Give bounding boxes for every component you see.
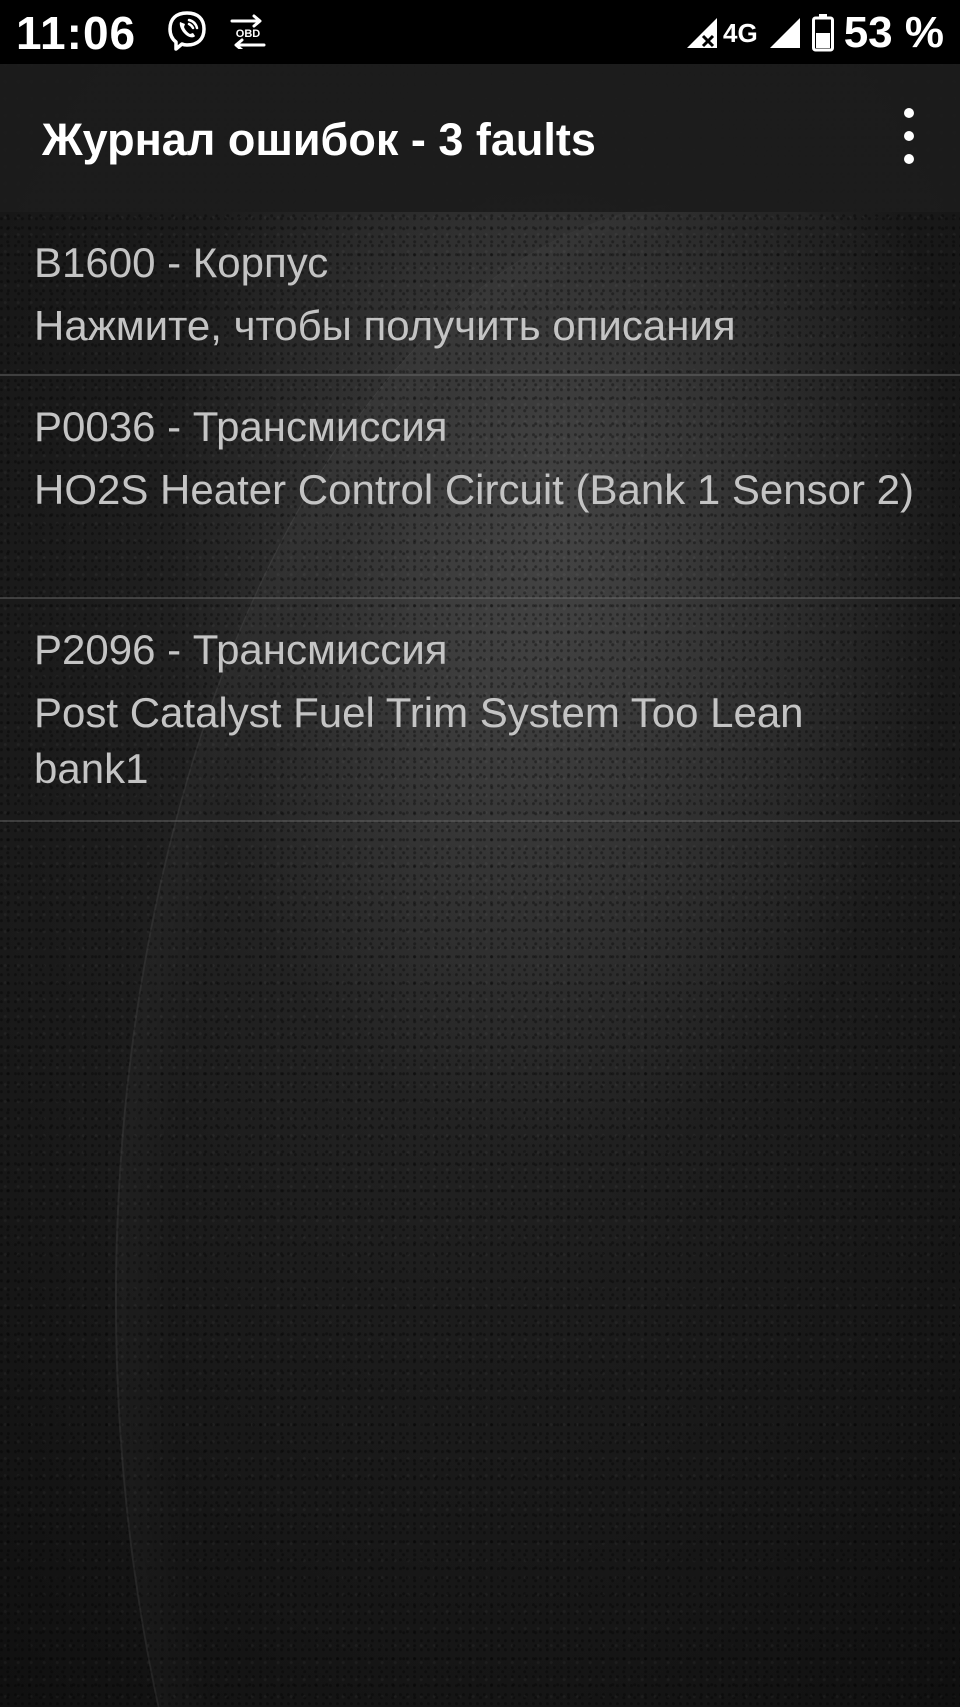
fault-description: Нажмите, чтобы получить описания bbox=[34, 302, 736, 349]
overflow-menu-icon bbox=[904, 108, 914, 118]
app-screen: 11:06 OBD 4G 53 % Журнал ошибок - 3 faul… bbox=[0, 0, 960, 1707]
status-bar: 11:06 OBD 4G 53 % bbox=[0, 0, 960, 64]
fault-description: Post Catalyst Fuel Trim System Too Lean … bbox=[34, 689, 804, 792]
status-left-icons: OBD bbox=[166, 10, 268, 52]
network-type-label: 4G bbox=[723, 17, 758, 48]
page-title: Журнал ошибок - 3 faults bbox=[42, 114, 596, 165]
fault-code: P0036 - Трансмиссия bbox=[34, 403, 448, 450]
overflow-menu-icon bbox=[904, 154, 914, 164]
signal-no-sim-icon bbox=[687, 18, 718, 48]
overflow-menu-icon bbox=[904, 131, 914, 141]
svg-text:OBD: OBD bbox=[236, 28, 261, 40]
fault-list-item[interactable]: B1600 - Корпус Нажмите, чтобы получить о… bbox=[0, 212, 960, 376]
battery-icon bbox=[811, 14, 834, 52]
fault-list-item[interactable]: P2096 - Трансмиссия Post Catalyst Fuel T… bbox=[0, 599, 960, 822]
fault-list-item[interactable]: P0036 - Трансмиссия HO2S Heater Control … bbox=[0, 376, 960, 599]
signal-strength-icon bbox=[769, 18, 800, 48]
fault-list: B1600 - Корпус Нажмите, чтобы получить о… bbox=[0, 212, 960, 822]
status-right-icons: 4G 53 % bbox=[685, 8, 944, 58]
obd-transfer-icon: OBD bbox=[230, 14, 266, 49]
viber-icon bbox=[168, 11, 206, 51]
overflow-menu-button[interactable] bbox=[894, 108, 924, 164]
fault-code: P2096 - Трансмиссия bbox=[34, 626, 448, 673]
fault-description: HO2S Heater Control Circuit (Bank 1 Sens… bbox=[34, 466, 915, 513]
status-time: 11:06 bbox=[16, 7, 137, 59]
fault-code: B1600 - Корпус bbox=[34, 239, 329, 286]
battery-percent: 53 % bbox=[843, 8, 944, 57]
app-bar: Журнал ошибок - 3 faults bbox=[0, 64, 960, 212]
